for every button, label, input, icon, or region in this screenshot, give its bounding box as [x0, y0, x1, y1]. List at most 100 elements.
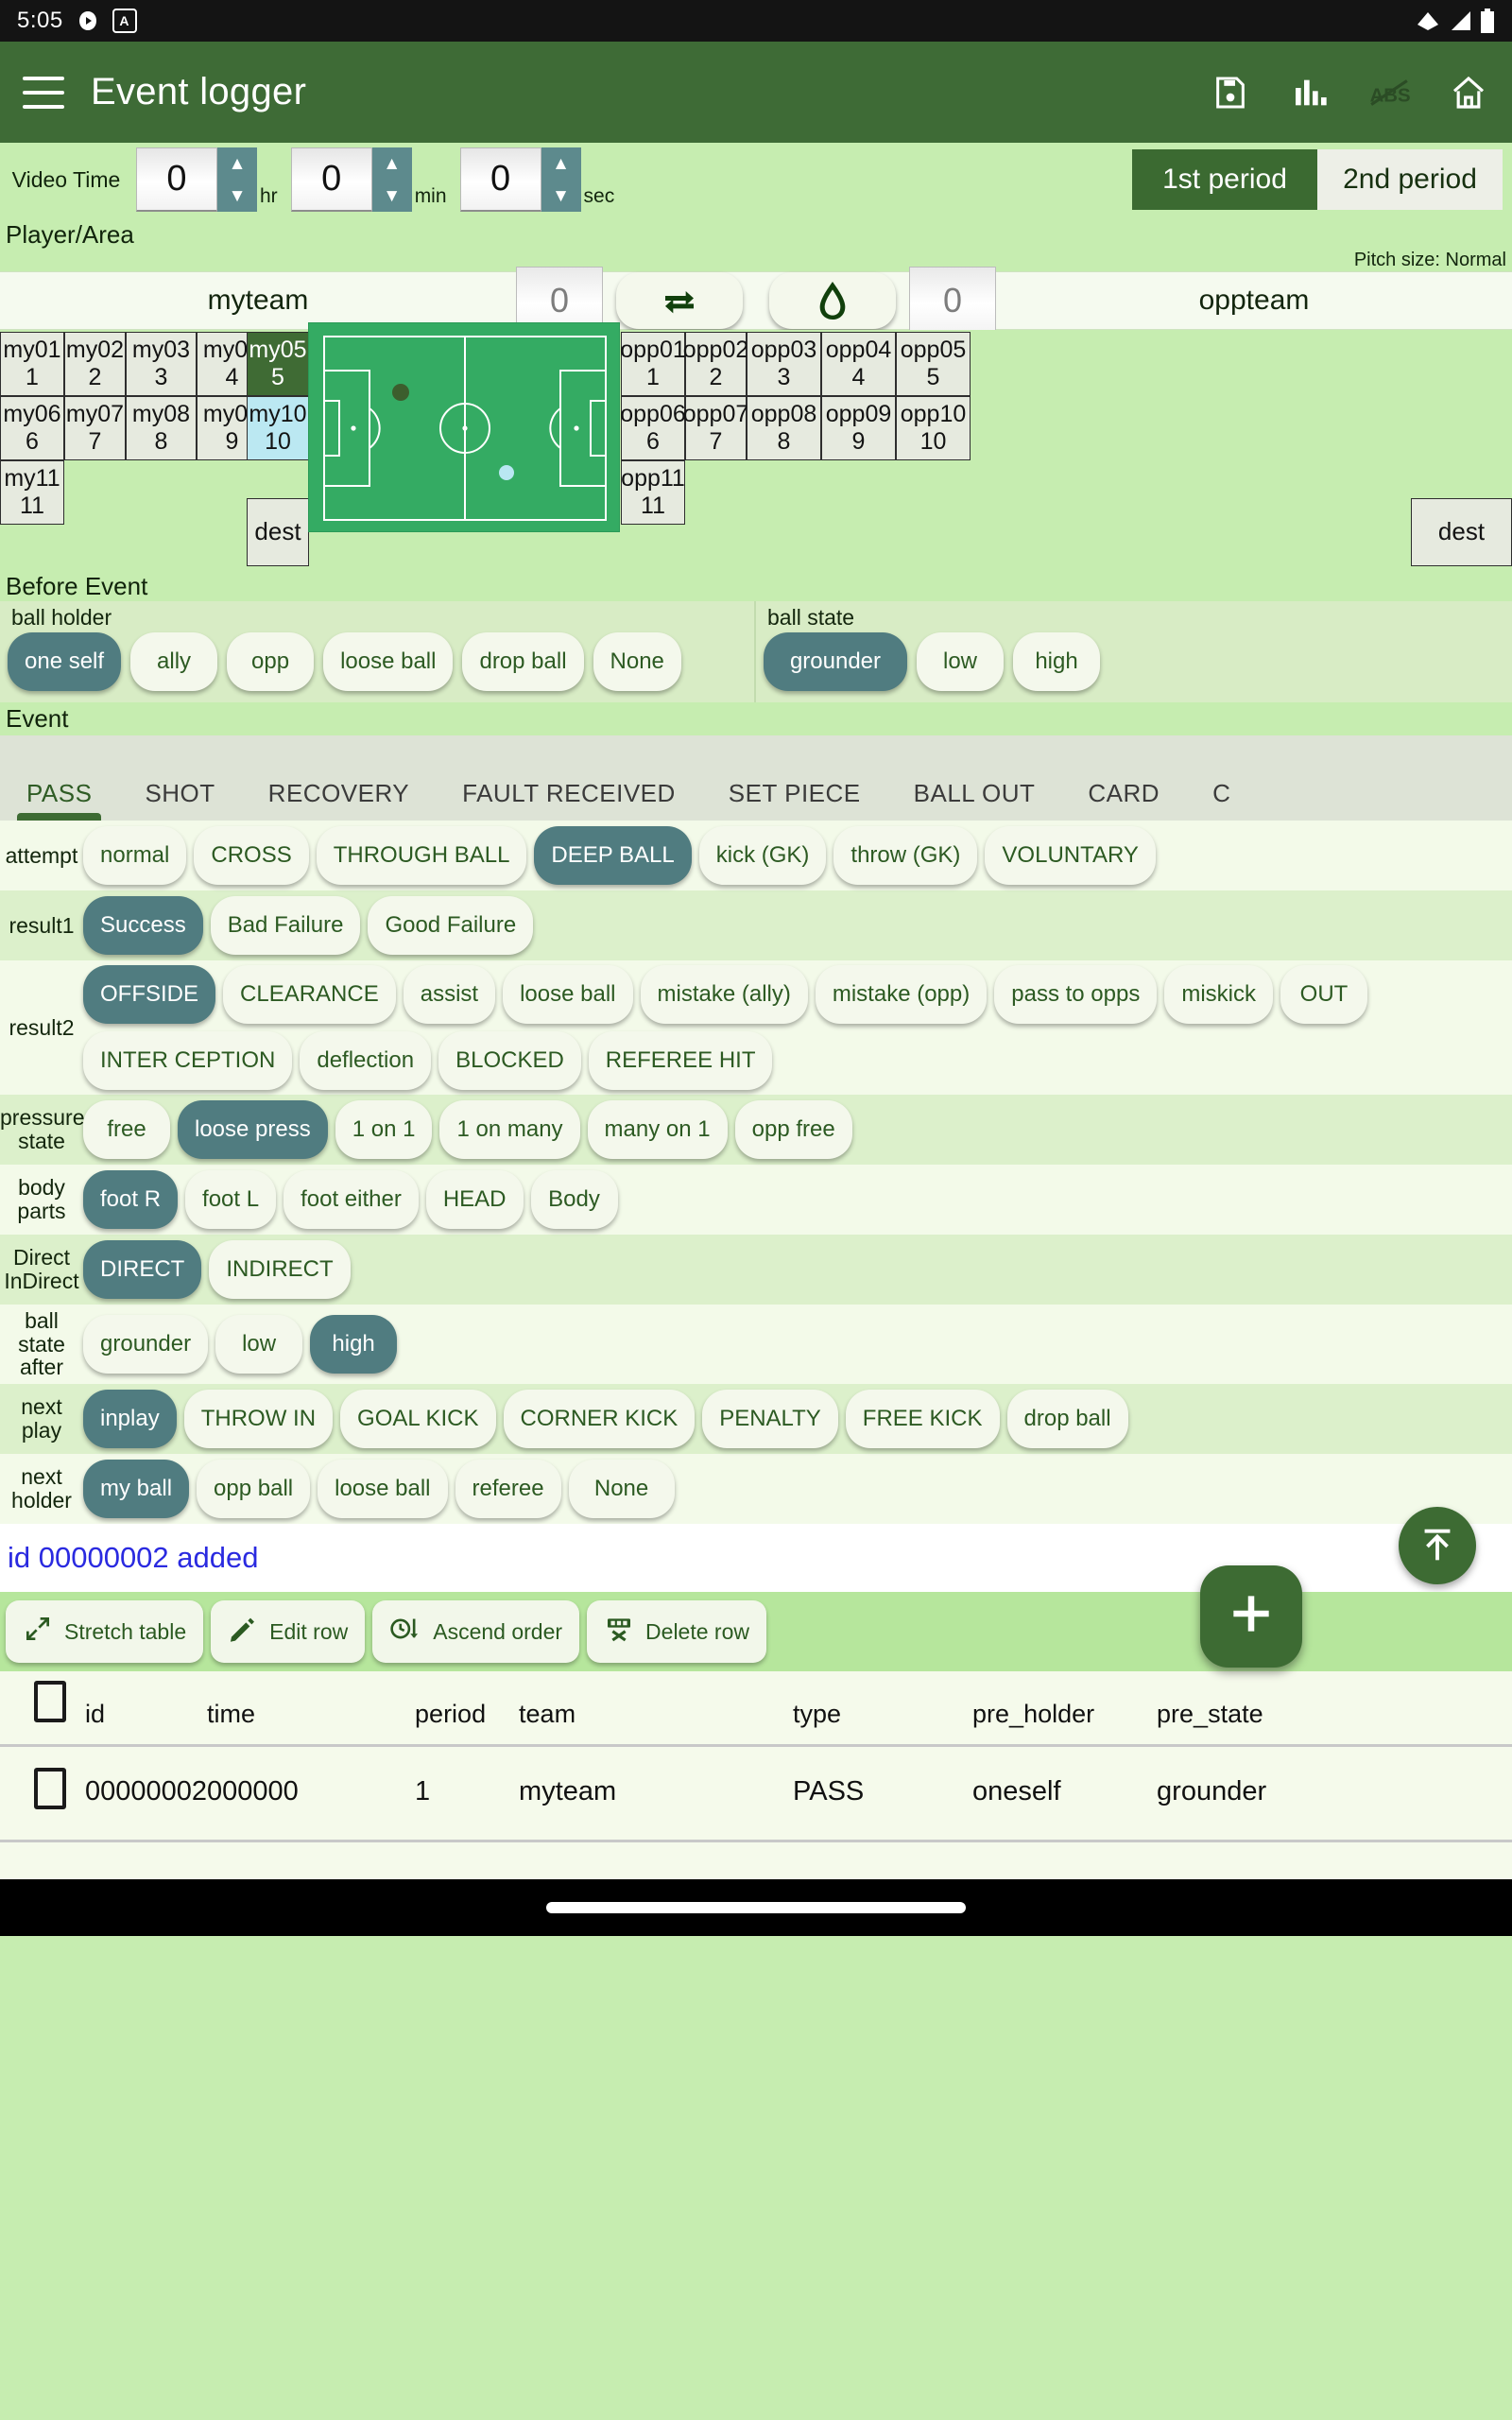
chip-attempt-cross[interactable]: CROSS — [194, 826, 309, 885]
stretch-table-button[interactable]: Stretch table — [6, 1599, 204, 1663]
minute-stepper-buttons[interactable]: ▲ ▼ — [371, 147, 412, 212]
chip-result2-interception[interactable]: INTER CEPTION — [83, 1031, 293, 1090]
chip-ball-holder-none[interactable]: None — [593, 632, 681, 691]
chevron-up-icon[interactable]: ▲ — [552, 155, 570, 173]
edit-row-button[interactable]: Edit row — [211, 1599, 366, 1663]
chip-result2-miskick[interactable]: miskick — [1164, 965, 1273, 1024]
chip-attempt-normal[interactable]: normal — [83, 826, 187, 885]
chip-ball-state-grounder[interactable]: grounder — [764, 632, 907, 691]
chip-body-foot-r[interactable]: foot R — [83, 1170, 179, 1229]
hamburger-menu-icon[interactable] — [23, 76, 64, 109]
chip-result2-out[interactable]: OUT — [1280, 965, 1367, 1024]
period-1st-button[interactable]: 1st period — [1132, 149, 1317, 210]
chip-next-holder-loose-ball[interactable]: loose ball — [318, 1459, 448, 1518]
col-pre-holder[interactable]: pre_holder — [972, 1676, 1158, 1747]
table-row[interactable]: 00000002 000000 1 myteam PASS oneself gr… — [0, 1745, 1512, 1842]
chip-ball-holder-oneself[interactable]: one self — [8, 632, 122, 691]
chevron-down-icon[interactable]: ▼ — [383, 187, 401, 205]
swap-arrows-icon[interactable] — [616, 272, 743, 329]
chip-result2-offside[interactable]: OFFSIDE — [83, 965, 216, 1024]
chevron-up-icon[interactable]: ▲ — [229, 155, 247, 173]
col-team[interactable]: team — [519, 1676, 794, 1747]
my-team-name[interactable]: myteam — [0, 285, 516, 317]
player-cell-opp07[interactable]: opp07 7 — [683, 396, 748, 460]
chip-pressure-1-on-1[interactable]: 1 on 1 — [335, 1100, 433, 1159]
chip-next-play-penalty[interactable]: PENALTY — [702, 1389, 838, 1448]
second-value[interactable]: 0 — [459, 147, 541, 212]
chip-result2-referee-hit[interactable]: REFEREE HIT — [588, 1031, 773, 1090]
pitch-diagram[interactable] — [308, 322, 620, 532]
chevron-down-icon[interactable]: ▼ — [229, 187, 247, 205]
chip-result2-pass-to-opps[interactable]: pass to opps — [994, 965, 1158, 1024]
chip-result2-mistake-ally[interactable]: mistake (ally) — [640, 965, 808, 1024]
second-stepper-buttons[interactable]: ▲ ▼ — [541, 147, 581, 212]
chip-after-high[interactable]: high — [310, 1314, 398, 1374]
player-cell-opp05[interactable]: opp05 5 — [896, 332, 971, 396]
chip-result1-good-failure[interactable]: Good Failure — [368, 896, 534, 955]
tab-next-partial[interactable]: C — [1186, 735, 1257, 821]
chart-icon[interactable] — [1289, 72, 1331, 113]
tab-card[interactable]: CARD — [1061, 735, 1186, 821]
player-cell-my05[interactable]: my05 5 — [247, 332, 309, 396]
chip-body-head[interactable]: HEAD — [425, 1170, 524, 1229]
player-cell-my01[interactable]: my01 1 — [0, 332, 64, 396]
chip-result1-bad-failure[interactable]: Bad Failure — [210, 896, 361, 955]
chip-pressure-loose-press[interactable]: loose press — [178, 1100, 328, 1159]
checkbox-icon[interactable] — [34, 1680, 66, 1722]
col-type[interactable]: type — [793, 1676, 973, 1747]
chip-next-play-free-kick[interactable]: FREE KICK — [845, 1389, 1000, 1448]
chip-body-body[interactable]: Body — [530, 1170, 618, 1229]
scroll-to-top-icon[interactable] — [1399, 1506, 1476, 1584]
player-cell-my08[interactable]: my08 8 — [126, 396, 197, 460]
player-cell-opp03[interactable]: opp03 3 — [747, 332, 821, 396]
tab-recovery[interactable]: RECOVERY — [242, 735, 436, 821]
select-all-checkbox[interactable] — [0, 1676, 85, 1747]
chip-pressure-many-on-1[interactable]: many on 1 — [587, 1100, 728, 1159]
chip-next-holder-none[interactable]: None — [568, 1459, 675, 1518]
chip-after-low[interactable]: low — [215, 1314, 303, 1374]
save-icon[interactable] — [1210, 72, 1251, 113]
chip-ball-holder-drop-ball[interactable]: drop ball — [462, 632, 584, 691]
chip-ball-holder-ally[interactable]: ally — [130, 632, 218, 691]
minute-stepper[interactable]: 0 ▲ ▼ min — [290, 147, 447, 212]
chip-after-grounder[interactable]: grounder — [83, 1314, 209, 1374]
player-cell-my07[interactable]: my07 7 — [64, 396, 126, 460]
chip-attempt-kick-gk[interactable]: kick (GK) — [698, 826, 827, 885]
delete-row-button[interactable]: Delete row — [587, 1599, 766, 1663]
chip-next-play-throw-in[interactable]: THROW IN — [183, 1389, 334, 1448]
player-cell-opp01[interactable]: opp01 1 — [620, 332, 686, 396]
chip-attempt-throw-gk[interactable]: throw (GK) — [833, 826, 978, 885]
opp-team-name[interactable]: oppteam — [996, 285, 1512, 317]
chip-direct[interactable]: DIRECT — [83, 1240, 202, 1299]
chip-body-foot-l[interactable]: foot L — [185, 1170, 277, 1229]
chip-next-holder-my-ball[interactable]: my ball — [83, 1459, 190, 1518]
chip-next-play-inplay[interactable]: inplay — [83, 1389, 177, 1448]
chip-ball-holder-loose-ball[interactable]: loose ball — [323, 632, 454, 691]
period-2nd-button[interactable]: 2nd period — [1317, 149, 1503, 210]
second-stepper[interactable]: 0 ▲ ▼ sec — [459, 147, 614, 212]
col-time[interactable]: time — [207, 1676, 416, 1747]
tab-pass[interactable]: PASS — [0, 735, 118, 821]
ascend-order-button[interactable]: Ascend order — [372, 1599, 580, 1663]
chevron-up-icon[interactable]: ▲ — [383, 155, 401, 173]
col-period[interactable]: period — [415, 1676, 520, 1747]
chip-pressure-opp-free[interactable]: opp free — [734, 1100, 852, 1159]
player-cell-my11[interactable]: my11 11 — [0, 460, 64, 525]
abs-off-icon[interactable]: ABS — [1368, 72, 1410, 113]
player-cell-opp08[interactable]: opp08 8 — [747, 396, 821, 460]
tab-shot[interactable]: SHOT — [118, 735, 241, 821]
checkbox-icon[interactable] — [34, 1767, 66, 1809]
chip-next-holder-referee[interactable]: referee — [455, 1459, 561, 1518]
tab-fault-received[interactable]: FAULT RECEIVED — [436, 735, 702, 821]
add-event-button[interactable] — [1200, 1564, 1302, 1668]
home-icon[interactable] — [1448, 72, 1489, 113]
my-dest-cell[interactable]: dest — [247, 498, 309, 566]
opp-dest-cell[interactable]: dest — [1411, 498, 1512, 566]
events-table[interactable]: id time period team type pre_holder pre_… — [0, 1670, 1512, 1879]
chip-next-play-goal-kick[interactable]: GOAL KICK — [340, 1389, 496, 1448]
hour-value[interactable]: 0 — [136, 147, 217, 212]
chip-ball-state-low[interactable]: low — [917, 632, 1004, 691]
chip-result2-deflection[interactable]: deflection — [300, 1031, 432, 1090]
chip-pressure-free[interactable]: free — [83, 1100, 170, 1159]
chip-result1-success[interactable]: Success — [83, 896, 203, 955]
